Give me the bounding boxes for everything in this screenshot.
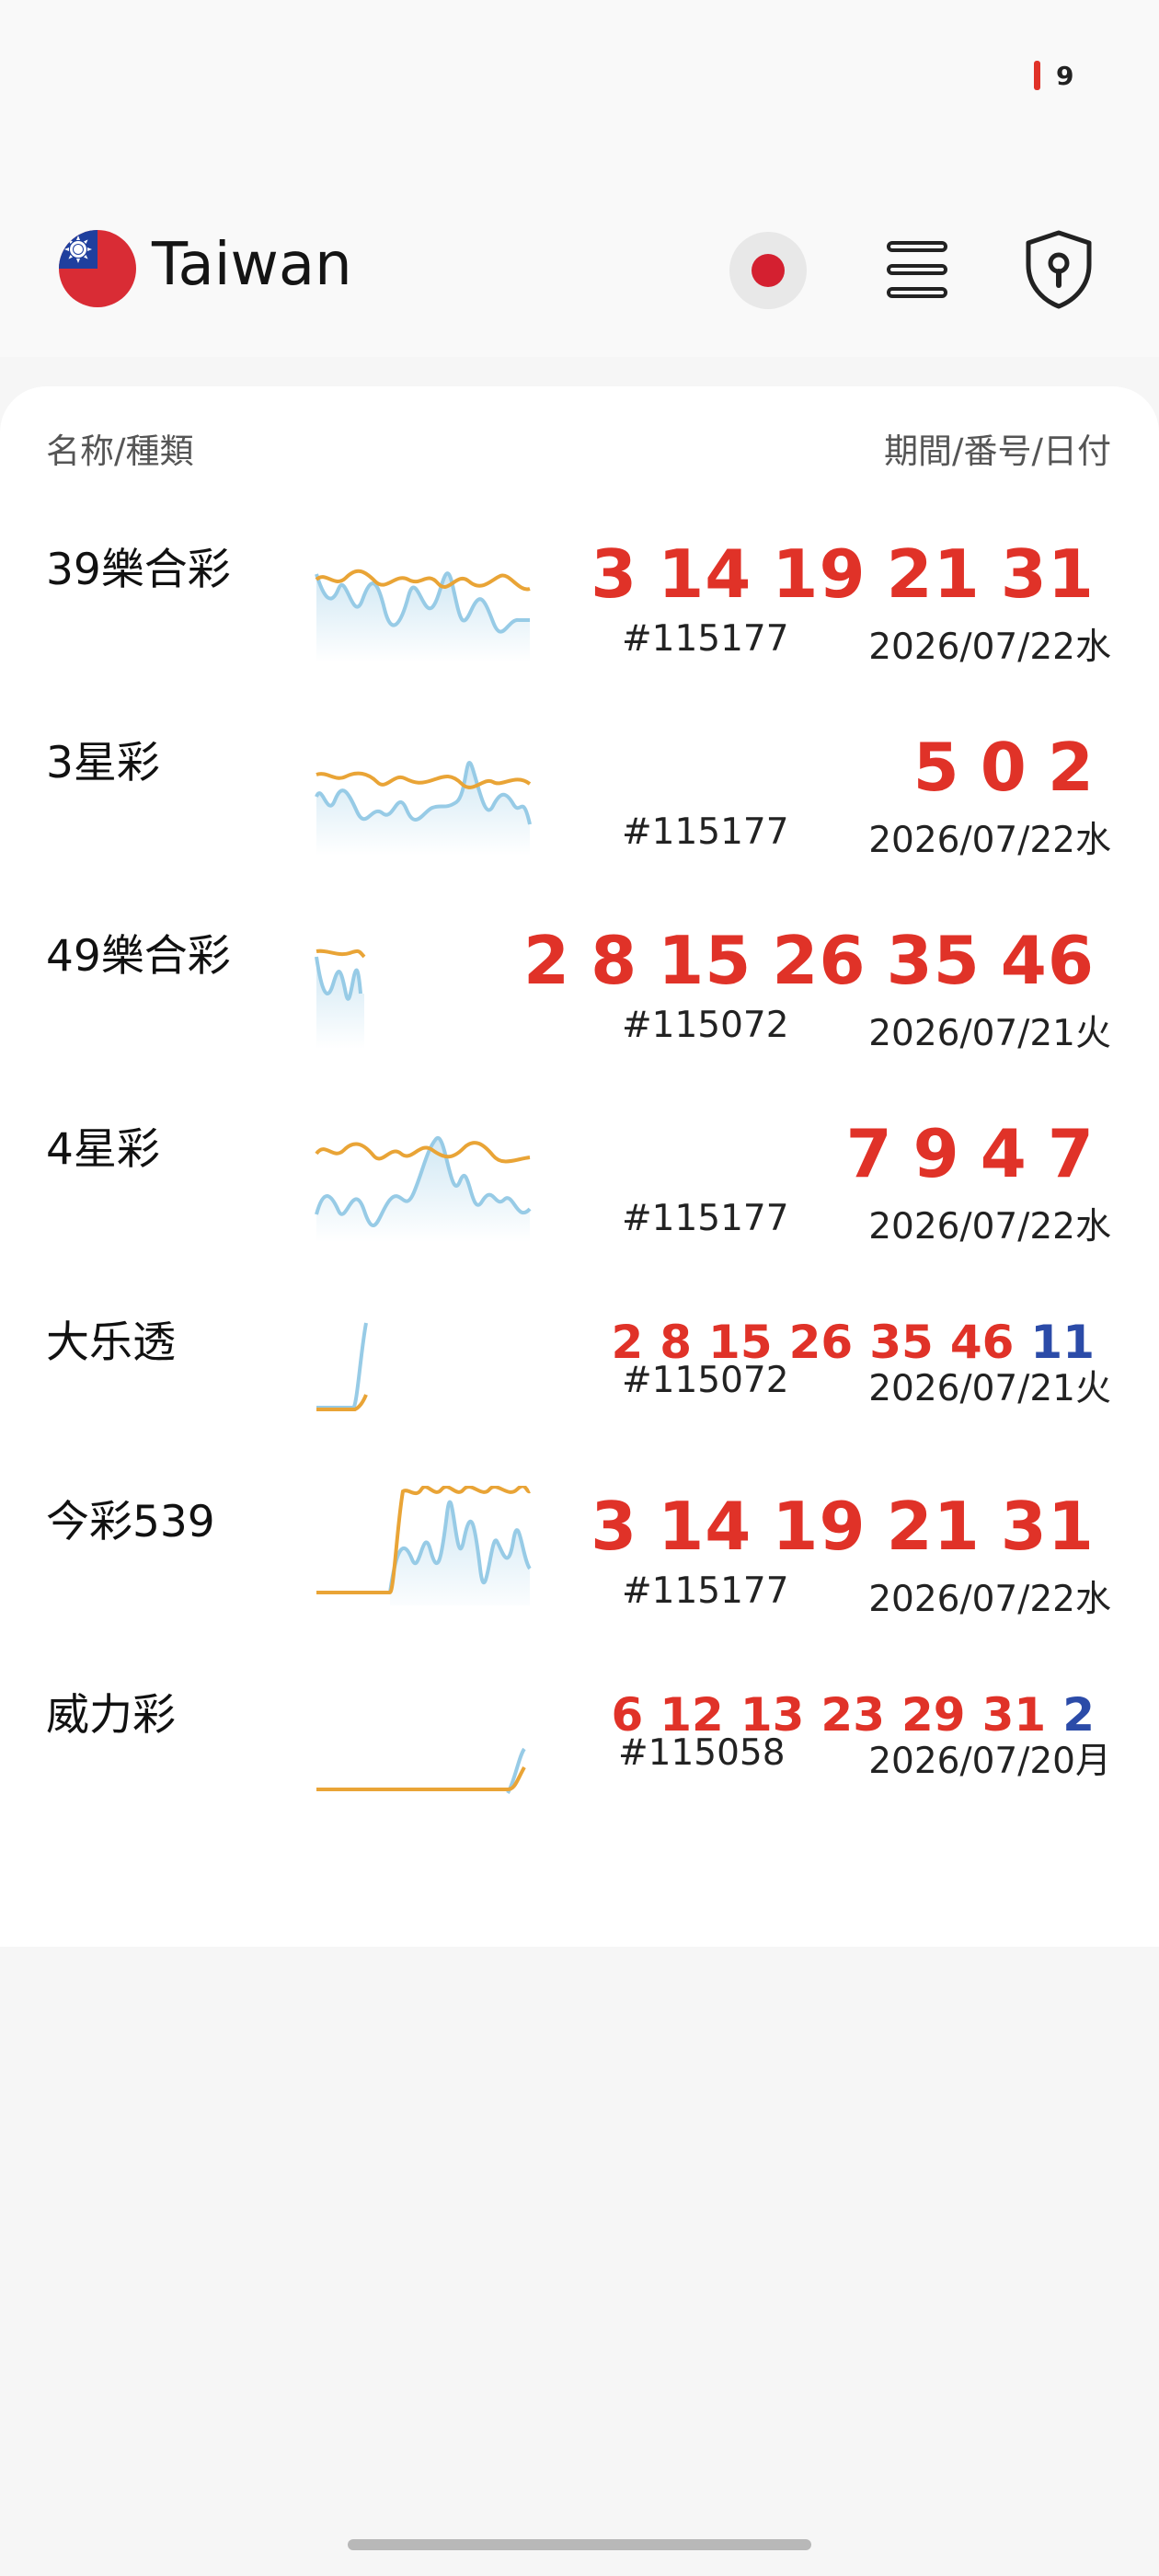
draw-period: #115177 — [622, 618, 789, 660]
trend-sparkline — [313, 1679, 534, 1799]
lottery-name: 3星彩 — [46, 738, 160, 788]
draw-date: 2026/07/22水 — [868, 627, 1111, 668]
status-bar: 9 — [0, 0, 1159, 120]
lottery-results-card: 名称/種類 期間/番号/日付 39樂合彩 3 14 19 21 31 #115177 2… — [0, 386, 1159, 1947]
trend-sparkline — [313, 929, 534, 1049]
lottery-row-3star[interactable]: 3星彩 502 #115177 2026/07/22水 — [0, 727, 1159, 920]
menu-icon[interactable] — [879, 236, 958, 304]
lottery-name: 49樂合彩 — [46, 931, 231, 982]
lottery-name: 威力彩 — [46, 1690, 176, 1741]
home-indicator[interactable] — [348, 2539, 811, 2550]
battery-level: 9 — [1056, 61, 1074, 91]
app-title: Taiwan — [152, 231, 352, 299]
draw-date: 2026/07/22水 — [868, 1579, 1111, 1620]
shield-lock-icon[interactable] — [1021, 228, 1096, 311]
draw-period: #115072 — [622, 1360, 789, 1401]
draw-period: #115177 — [622, 1198, 789, 1239]
trend-sparkline — [313, 1122, 534, 1242]
taiwan-flag-icon — [59, 230, 136, 307]
winning-numbers: 7947 — [845, 1115, 1095, 1192]
lottery-row-539[interactable]: 今彩539 3 14 19 21 31 #115177 2026/07/22水 — [0, 1486, 1159, 1679]
lottery-row-49[interactable]: 49樂合彩 2 8 15 26 35 46 #115072 2026/07/21火 — [0, 920, 1159, 1113]
winning-numbers: 502 — [912, 729, 1095, 806]
winning-numbers: 3 14 19 21 31 — [591, 535, 1095, 613]
lottery-row-daletou[interactable]: 大乐透 2 8 15 26 35 46 11 #115072 2026/07/21火 — [0, 1306, 1159, 1500]
draw-period: #115177 — [622, 1570, 789, 1612]
record-button[interactable] — [729, 232, 807, 309]
column-header-name: 名称/種類 — [46, 431, 194, 471]
trend-sparkline — [313, 736, 534, 856]
lottery-row-powerball[interactable]: 威力彩 6 12 13 23 29 31 2 #115058 2026/07/20月 — [0, 1679, 1159, 1872]
lottery-name: 39樂合彩 — [46, 545, 231, 595]
draw-date: 2026/07/22水 — [868, 1206, 1111, 1248]
winning-numbers: 2 8 15 26 35 46 — [522, 922, 1095, 999]
lottery-row-4star[interactable]: 4星彩 7947 #115177 2026/07/22水 — [0, 1113, 1159, 1306]
column-header-period: 期間/番号/日付 — [884, 431, 1111, 471]
trend-sparkline — [313, 1316, 534, 1435]
draw-date: 2026/07/21火 — [868, 1368, 1111, 1409]
draw-period: #115072 — [622, 1005, 789, 1046]
winning-numbers: 3 14 19 21 31 — [591, 1488, 1095, 1565]
draw-period: #115177 — [622, 811, 789, 853]
draw-date: 2026/07/20月 — [868, 1741, 1111, 1782]
trend-sparkline — [313, 543, 534, 662]
lottery-name: 大乐透 — [46, 1317, 176, 1368]
lottery-row-39[interactable]: 39樂合彩 3 14 19 21 31 #115177 2026/07/22水 — [0, 534, 1159, 727]
trend-sparkline — [313, 1486, 534, 1605]
battery-icon: 9 — [1034, 57, 1098, 94]
app-header: Taiwan — [0, 120, 1159, 357]
draw-date: 2026/07/22水 — [868, 820, 1111, 861]
lottery-name: 4星彩 — [46, 1124, 160, 1175]
draw-date: 2026/07/21火 — [868, 1013, 1111, 1054]
lottery-name: 今彩539 — [46, 1497, 215, 1547]
draw-period: #115058 — [618, 1732, 786, 1774]
